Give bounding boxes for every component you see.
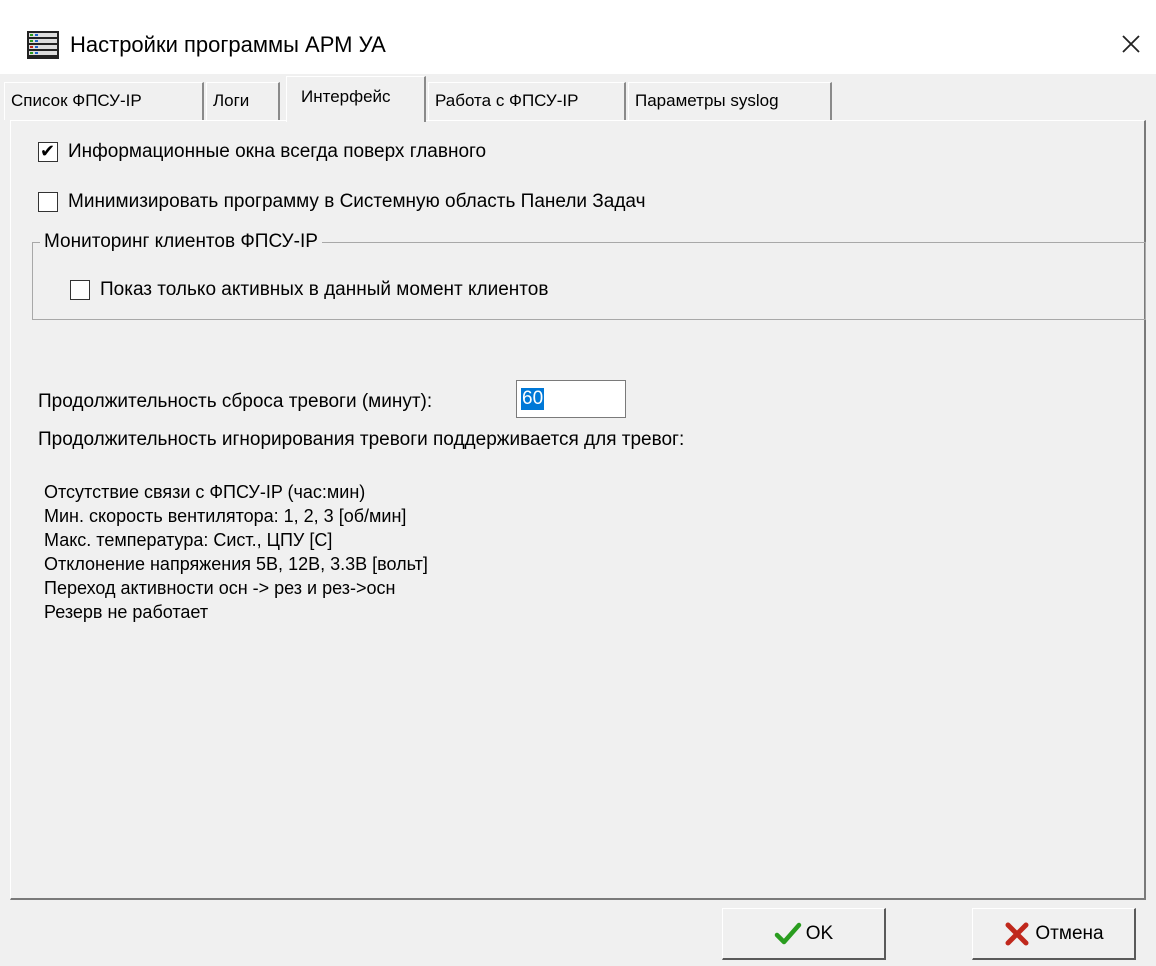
tab-fpsu-list[interactable]: Список ФПСУ-IP bbox=[4, 82, 204, 120]
checkmark-icon bbox=[774, 922, 802, 944]
alarm-reset-label: Продолжительность сброса тревоги (минут)… bbox=[38, 391, 433, 412]
minimize-to-tray-label: Минимизировать программу в Системную обл… bbox=[68, 191, 646, 212]
alarm-type-item: Отсутствие связи с ФПСУ-IP (час:мин) bbox=[44, 482, 366, 502]
info-windows-on-top-label: Информационные окна всегда поверх главно… bbox=[68, 141, 487, 162]
minimize-to-tray-checkbox[interactable] bbox=[38, 192, 58, 212]
cancel-button-label: Отмена bbox=[1035, 922, 1104, 944]
cancel-button[interactable]: Отмена bbox=[972, 908, 1136, 960]
alarm-type-item: Резерв не работает bbox=[44, 602, 209, 622]
checkmark-icon: ✔ bbox=[40, 141, 56, 161]
ok-button[interactable]: OK bbox=[722, 908, 886, 960]
settings-dialog: Настройки программы АРМ УА Список ФПСУ-I… bbox=[0, 0, 1156, 966]
alarm-type-item: Макс. температура: Сист., ЦПУ [С] bbox=[44, 530, 333, 550]
close-button[interactable] bbox=[1106, 22, 1156, 66]
tab-label: Список ФПСУ-IP bbox=[11, 91, 142, 110]
close-icon bbox=[1122, 35, 1140, 53]
tab-logs[interactable]: Логи bbox=[206, 82, 280, 120]
alarm-ignore-note: Продолжительность игнорирования тревоги … bbox=[38, 429, 685, 450]
monitoring-group-title: Мониторинг клиентов ФПСУ-IP bbox=[40, 230, 322, 254]
show-active-only-label: Показ только активных в данный момент кл… bbox=[100, 279, 549, 300]
alarm-reset-value: 60 bbox=[521, 388, 545, 410]
tab-interface[interactable]: Интерфейс bbox=[286, 76, 426, 122]
alarm-type-item: Переход активности осн -> рез и рез->осн bbox=[44, 578, 396, 598]
alarm-reset-input[interactable]: 60 bbox=[516, 380, 626, 418]
tab-label: Логи bbox=[213, 91, 250, 110]
ok-button-label: OK bbox=[805, 922, 834, 944]
tab-label: Работа с ФПСУ-IP bbox=[435, 91, 579, 110]
tab-label: Интерфейс bbox=[301, 87, 391, 106]
title-bar: Настройки программы АРМ УА bbox=[0, 0, 1156, 74]
alarm-type-item: Отклонение напряжения 5В, 12В, 3.3В [вол… bbox=[44, 554, 428, 574]
window-title: Настройки программы АРМ УА bbox=[70, 32, 386, 57]
tab-fpsu-work[interactable]: Работа с ФПСУ-IP bbox=[428, 82, 626, 120]
show-active-only-checkbox[interactable] bbox=[70, 280, 90, 300]
server-rack-icon bbox=[27, 31, 59, 59]
cross-icon bbox=[1005, 922, 1029, 945]
tab-syslog-params[interactable]: Параметры syslog bbox=[628, 82, 832, 120]
tab-label: Параметры syslog bbox=[635, 91, 779, 110]
alarm-type-item: Мин. скорость вентилятора: 1, 2, 3 [об/м… bbox=[44, 506, 407, 526]
info-windows-on-top-checkbox[interactable]: ✔ bbox=[38, 141, 58, 162]
